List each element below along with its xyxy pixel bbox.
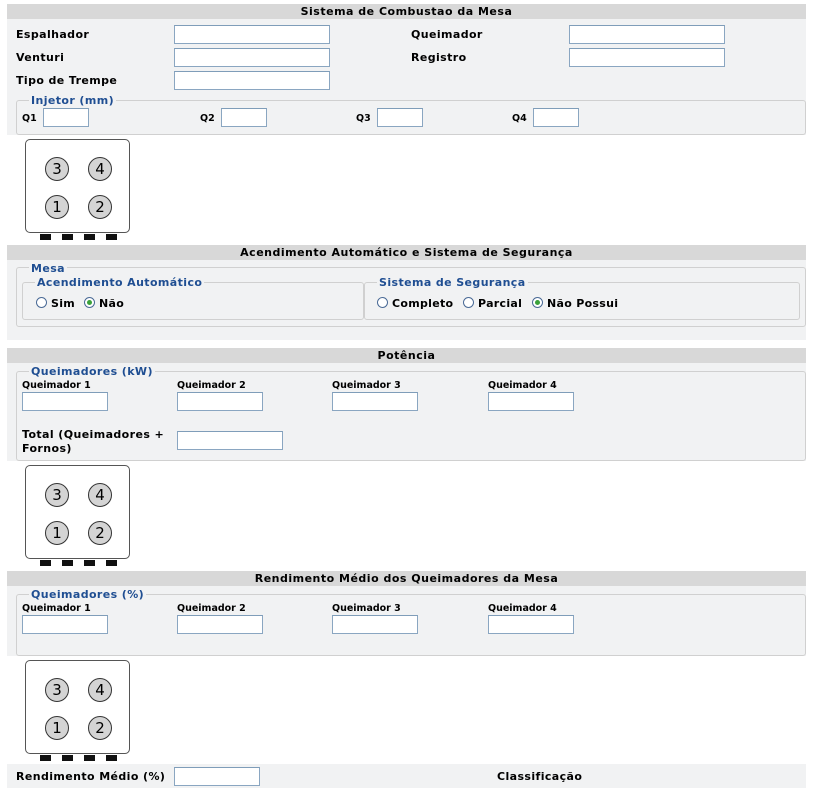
burner-4: 4 <box>88 483 112 507</box>
stove-diagram: 3 4 1 2 <box>25 465 130 559</box>
burner-4: 4 <box>88 678 112 702</box>
total-label: Total (Queimadores + Fornos) <box>22 428 165 455</box>
queimador-label: Queimador <box>411 28 483 41</box>
q1-input[interactable] <box>43 108 89 127</box>
registro-input[interactable] <box>569 48 725 67</box>
radio-parcial-label: Parcial <box>478 297 523 310</box>
stove-knob <box>40 755 51 761</box>
rendimento-queimador-3-input[interactable] <box>332 615 418 634</box>
espalhador-label: Espalhador <box>16 28 90 41</box>
burner-2: 2 <box>88 195 112 219</box>
rendimento-medio-input[interactable] <box>174 767 260 786</box>
potencia-queimador-2-label: Queimador 2 <box>177 380 246 391</box>
radio-nao-possui[interactable] <box>532 297 543 308</box>
q1-label: Q1 <box>22 113 37 124</box>
stove-knob <box>40 560 51 566</box>
stove-knob <box>84 755 95 761</box>
classificacao-label: Classificação <box>497 770 583 783</box>
stove-knob <box>106 234 117 240</box>
stove-diagram: 3 4 1 2 <box>25 139 130 233</box>
stove-knob <box>106 755 117 761</box>
q2-input[interactable] <box>221 108 267 127</box>
section-header-rendimento: Rendimento Médio dos Queimadores da Mesa <box>7 571 806 586</box>
injetor-legend: Injetor (mm) <box>29 94 117 107</box>
rendimento-queimador-1-label: Queimador 1 <box>22 603 91 614</box>
burner-2: 2 <box>88 716 112 740</box>
stove-knob <box>84 234 95 240</box>
potencia-queimador-2-input[interactable] <box>177 392 263 411</box>
potencia-queimador-3-input[interactable] <box>332 392 418 411</box>
burner-1: 1 <box>45 195 69 219</box>
acendimento-auto-legend: Acendimento Automático <box>35 276 205 289</box>
radio-nao-possui-label: Não Possui <box>547 297 619 310</box>
stove-knob <box>62 560 73 566</box>
stove-knob <box>84 560 95 566</box>
burner-4: 4 <box>88 157 112 181</box>
tipo-trempe-label: Tipo de Trempe <box>16 74 118 87</box>
espalhador-input[interactable] <box>174 25 330 44</box>
venturi-input[interactable] <box>174 48 330 67</box>
section-header-combustao: Sistema de Combustao da Mesa <box>7 4 806 19</box>
tipo-trempe-input[interactable] <box>174 71 330 90</box>
burner-3: 3 <box>45 678 69 702</box>
burner-3: 3 <box>45 157 69 181</box>
registro-label: Registro <box>411 51 467 64</box>
venturi-label: Venturi <box>16 51 65 64</box>
radio-nao-label: Não <box>99 297 125 310</box>
q4-input[interactable] <box>533 108 579 127</box>
q2-label: Q2 <box>200 113 215 124</box>
rendimento-queimador-1-input[interactable] <box>22 615 108 634</box>
stove-knob <box>106 560 117 566</box>
potencia-queimador-3-label: Queimador 3 <box>332 380 401 391</box>
section-header-acendimento: Acendimento Automático e Sistema de Segu… <box>7 245 806 260</box>
burner-1: 1 <box>45 521 69 545</box>
stove-diagram: 3 4 1 2 <box>25 660 130 754</box>
burner-2: 2 <box>88 521 112 545</box>
rendimento-queimador-4-input[interactable] <box>488 615 574 634</box>
q3-input[interactable] <box>377 108 423 127</box>
stove-knob <box>62 755 73 761</box>
rendimento-queimador-3-label: Queimador 3 <box>332 603 401 614</box>
potencia-legend: Queimadores (kW) <box>29 365 155 378</box>
rendimento-queimador-2-label: Queimador 2 <box>177 603 246 614</box>
potencia-queimador-1-label: Queimador 1 <box>22 380 91 391</box>
rendimento-queimador-4-label: Queimador 4 <box>488 603 557 614</box>
mesa-legend: Mesa <box>29 262 67 275</box>
q3-label: Q3 <box>356 113 371 124</box>
radio-parcial[interactable] <box>463 297 474 308</box>
potencia-queimador-4-label: Queimador 4 <box>488 380 557 391</box>
potencia-queimador-1-input[interactable] <box>22 392 108 411</box>
rendimento-queimador-2-input[interactable] <box>177 615 263 634</box>
burner-3: 3 <box>45 483 69 507</box>
rendimento-legend: Queimadores (%) <box>29 588 147 601</box>
radio-sim-label: Sim <box>51 297 76 310</box>
stove-knob <box>40 234 51 240</box>
seguranca-legend: Sistema de Segurança <box>377 276 528 289</box>
rendimento-medio-label: Rendimento Médio (%) <box>16 770 166 783</box>
radio-completo[interactable] <box>377 297 388 308</box>
radio-nao[interactable] <box>84 297 95 308</box>
queimador-input[interactable] <box>569 25 725 44</box>
radio-sim[interactable] <box>36 297 47 308</box>
radio-completo-label: Completo <box>392 297 454 310</box>
stove-knob <box>62 234 73 240</box>
section-header-potencia: Potência <box>7 348 806 363</box>
total-input[interactable] <box>177 431 283 450</box>
potencia-queimador-4-input[interactable] <box>488 392 574 411</box>
burner-1: 1 <box>45 716 69 740</box>
q4-label: Q4 <box>512 113 527 124</box>
